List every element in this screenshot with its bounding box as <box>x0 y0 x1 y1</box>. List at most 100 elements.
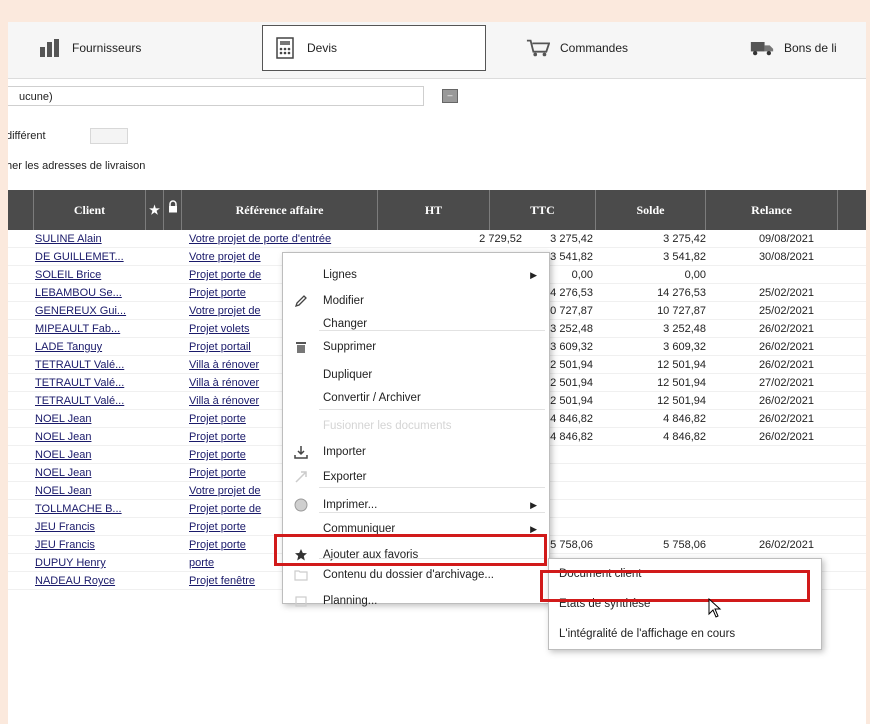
menu-item-fusionner-les-documents: Fusionner les documents <box>283 412 549 440</box>
nav-bons-label: Bons de li <box>784 41 837 55</box>
col-client[interactable]: Client <box>34 190 146 230</box>
cell-relance: 25/02/2021 <box>758 305 814 317</box>
print-submenu: Document client Etats de synthèse L'intégr… <box>548 558 822 650</box>
menu-item-convertir-archiver[interactable]: Convertir / Archiver <box>283 384 549 412</box>
top-navigation: Fournisseurs Devis Commandes Bons de li <box>8 22 866 79</box>
cell-client[interactable]: JEU Francis <box>35 536 150 554</box>
nav-commandes[interactable]: Commandes <box>516 25 716 71</box>
cell-solde: 12 501,94 <box>657 395 706 407</box>
cell-client[interactable]: TETRAULT Valé... <box>35 392 150 410</box>
cart-icon <box>526 36 550 60</box>
cell-client[interactable]: DE GUILLEMET... <box>35 248 150 266</box>
calendar-icon <box>293 593 309 609</box>
menu-item-planning[interactable]: Planning... <box>283 587 549 615</box>
cell-relance: 26/02/2021 <box>758 431 814 443</box>
cell-solde <box>618 482 706 500</box>
col-client-label: Client <box>73 203 106 217</box>
cell-solde <box>618 464 706 482</box>
col-relance-label: Relance <box>751 203 792 217</box>
cell-client[interactable]: LEBAMBOU Se... <box>35 284 150 302</box>
cell-solde: 10 727,87 <box>657 305 706 317</box>
cell-solde: 5 758,06 <box>663 539 706 551</box>
different-label: différent <box>8 130 46 142</box>
nav-fournisseurs[interactable]: Fournisseurs <box>28 25 228 71</box>
nav-bons-de-livraison[interactable]: Bons de li <box>740 25 866 71</box>
cell-client[interactable]: LADE Tanguy <box>35 338 150 356</box>
nav-commandes-label: Commandes <box>560 41 629 55</box>
menu-separator <box>319 558 545 559</box>
cell-relance <box>728 518 814 536</box>
menu-item-communiquer[interactable]: Communiquer ▶ <box>283 515 549 543</box>
cell-client[interactable]: SOLEIL Brice <box>35 266 150 284</box>
menu-separator <box>319 512 545 513</box>
nav-devis-label: Devis <box>307 41 338 55</box>
menu-item-supprimer[interactable]: Supprimer <box>283 333 549 361</box>
filter-clear-button[interactable]: – <box>442 89 458 103</box>
building-icon <box>38 36 62 60</box>
cell-relance <box>728 482 814 500</box>
filter-select[interactable]: ucune) <box>8 86 424 106</box>
col-select[interactable] <box>8 190 34 230</box>
cell-client[interactable]: JEU Francis <box>35 518 150 536</box>
menu-item-importer[interactable]: Importer <box>283 438 549 466</box>
cell-client[interactable]: DUPUY Henry <box>35 554 150 572</box>
cell-client[interactable]: TETRAULT Valé... <box>35 374 150 392</box>
cell-client[interactable]: NOEL Jean <box>35 464 150 482</box>
cell-relance: 26/02/2021 <box>758 359 814 371</box>
menu-item-label: Contenu du dossier d'archivage... <box>323 569 494 581</box>
submenu-item-etats-de-synth-se[interactable]: Etats de synthèse <box>549 589 821 619</box>
cell-client[interactable]: SULINE Alain <box>35 230 150 248</box>
col-ht[interactable]: HT <box>378 190 490 230</box>
folder-icon <box>293 567 309 583</box>
nav-devis[interactable]: Devis <box>262 25 486 71</box>
cell-client[interactable]: NOEL Jean <box>35 446 150 464</box>
cell-solde <box>618 446 706 464</box>
cell-client[interactable]: TETRAULT Valé... <box>35 356 150 374</box>
menu-item-label: Convertir / Archiver <box>323 392 421 404</box>
cell-client[interactable]: NADEAU Royce <box>35 572 150 590</box>
col-lock[interactable] <box>164 190 182 230</box>
submenu-arrow-icon: ▶ <box>530 270 537 280</box>
cell-solde: 4 846,82 <box>663 431 706 443</box>
printer-icon <box>293 497 309 513</box>
addresses-label: her les adresses de livraison <box>8 160 146 172</box>
menu-item-label: Lignes <box>323 269 357 281</box>
pencil-icon <box>293 293 309 309</box>
cell-solde: 3 252,48 <box>663 323 706 335</box>
cell-relance <box>728 446 814 464</box>
different-toggle[interactable] <box>90 128 128 144</box>
submenu-item-l-int-gralit-de-l-affichage-en-cours[interactable]: L'intégralité de l'affichage en cours <box>549 619 821 649</box>
menu-item-contenu-du-dossier-d-archivage[interactable]: Contenu du dossier d'archivage... <box>283 561 549 589</box>
col-relance[interactable]: Relance <box>706 190 838 230</box>
menu-item-label: Communiquer <box>323 523 396 535</box>
cell-solde <box>618 500 706 518</box>
menu-item-label: Supprimer <box>323 341 377 353</box>
menu-item-lignes[interactable]: Lignes ▶ <box>283 261 549 289</box>
menu-separator <box>319 487 545 488</box>
submenu-arrow-icon: ▶ <box>530 524 537 534</box>
table-row[interactable]: SULINE Alain Votre projet de porte d'entr… <box>8 230 866 248</box>
star-icon: ★ <box>149 203 160 217</box>
submenu-item-document-client[interactable]: Document client <box>549 559 821 589</box>
cell-client[interactable]: MIPEAULT Fab... <box>35 320 150 338</box>
col-reference[interactable]: Référence affaire <box>182 190 378 230</box>
cell-solde: 3 275,42 <box>663 233 706 245</box>
menu-separator <box>319 330 545 331</box>
cell-client[interactable]: NOEL Jean <box>35 428 150 446</box>
cell-relance <box>728 266 814 284</box>
cell-client[interactable]: GENEREUX Gui... <box>35 302 150 320</box>
cell-solde: 3 541,82 <box>663 251 706 263</box>
col-favorite[interactable]: ★ <box>146 190 164 230</box>
cell-solde: 12 501,94 <box>657 377 706 389</box>
cell-client[interactable]: TOLLMACHE B... <box>35 500 150 518</box>
context-menu: Lignes ▶ Modifier Changer Supprimer Dupliquer… <box>282 252 550 607</box>
cell-relance: 30/08/2021 <box>758 251 814 263</box>
cell-client[interactable]: NOEL Jean <box>35 410 150 428</box>
cell-relance: 27/02/2021 <box>758 377 814 389</box>
col-extra <box>838 190 866 230</box>
col-ttc[interactable]: TTC <box>490 190 596 230</box>
cell-ref[interactable]: Votre projet de porte d'entrée <box>189 230 349 248</box>
col-solde-label: Solde <box>636 203 665 217</box>
col-solde[interactable]: Solde <box>596 190 706 230</box>
cell-client[interactable]: NOEL Jean <box>35 482 150 500</box>
